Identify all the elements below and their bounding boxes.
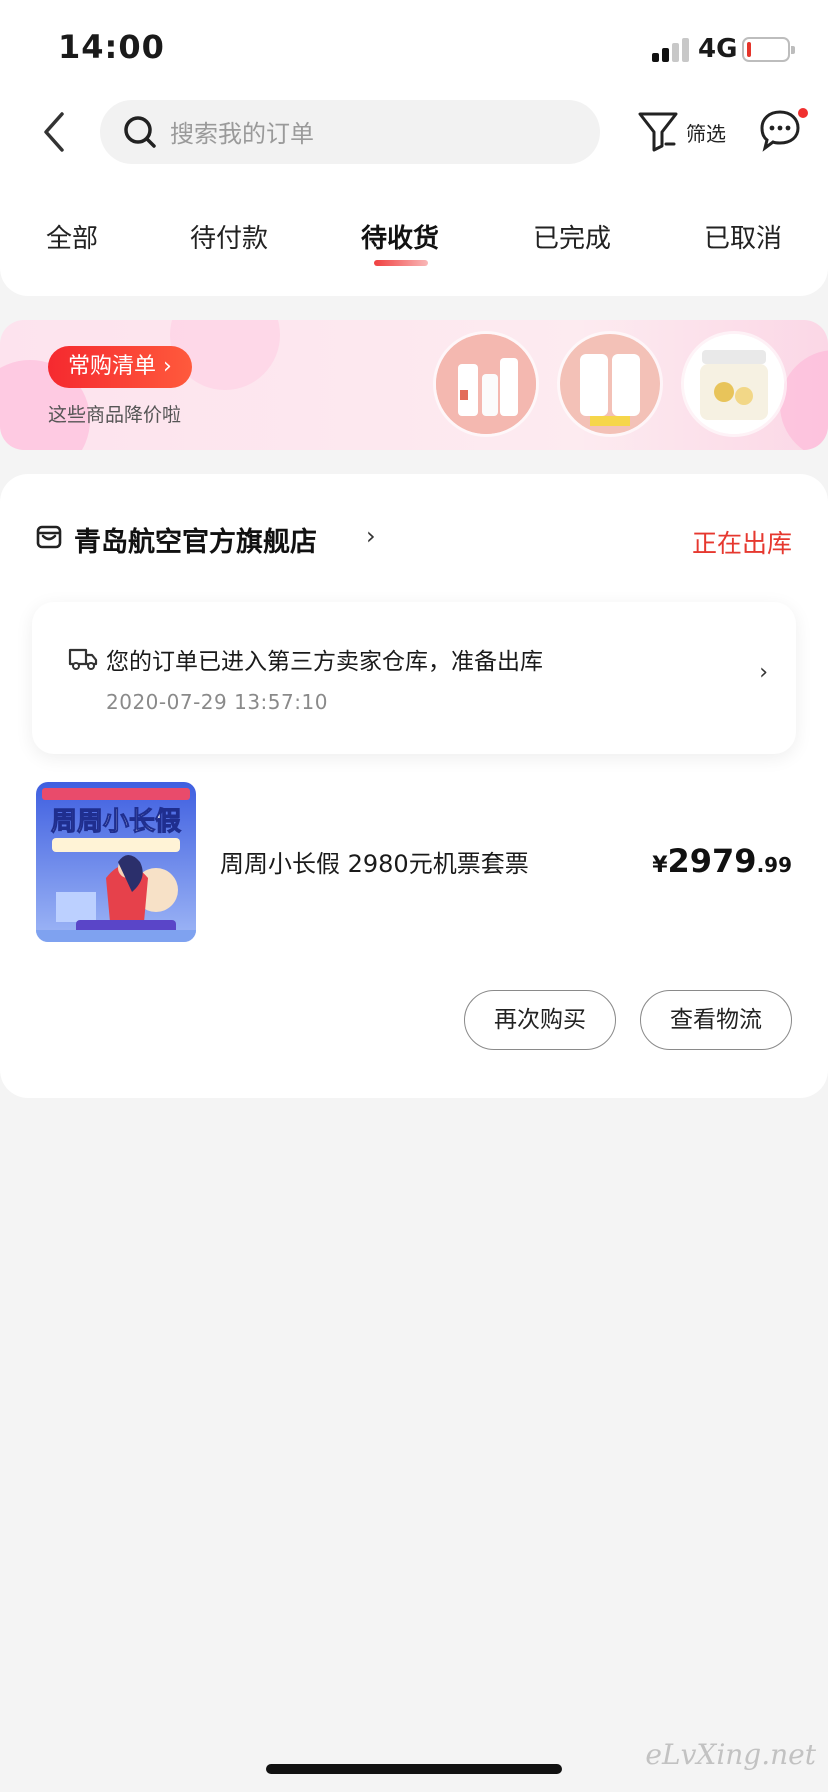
store-name[interactable]: 青岛航空官方旗舰店 [74,520,317,559]
notification-dot [798,108,808,118]
product-thumb-2[interactable] [560,334,660,434]
toner-bottles-image [560,334,660,434]
chevron-right-icon: › [759,660,768,685]
product-thumb-3[interactable] [684,334,784,434]
truck-icon [68,648,98,670]
signal-icon [652,36,690,62]
banner-subtitle: 这些商品降价啦 [48,404,182,426]
order-card: 青岛航空官方旗舰店 › 正在出库 您的订单已进入第三方卖家仓库，准备出库 202… [0,474,828,1098]
store-icon [36,525,62,549]
frequent-list-button[interactable]: 常购清单 › [48,346,192,388]
price-symbol: ¥ [652,853,668,878]
price-integer: 2979 [667,842,757,880]
search-bar[interactable]: 搜索我的订单 [100,100,600,164]
logistics-card[interactable]: 您的订单已进入第三方卖家仓库，准备出库 2020-07-29 13:57:10 … [32,602,796,754]
filter-icon [638,112,678,152]
view-logistics-button[interactable]: 查看物流 [640,990,792,1050]
tab-pending-payment[interactable]: 待付款 [190,218,268,255]
logistics-time: 2020-07-29 13:57:10 [106,690,328,714]
watermark: eLvXing.net [645,1738,816,1771]
back-button[interactable] [36,106,76,158]
back-arrow-icon [44,112,64,152]
price-decimal: .99 [756,853,792,877]
tab-all[interactable]: 全部 [46,218,98,255]
skincare-bottles-image [436,334,536,434]
filter-label: 筛选 [686,122,726,146]
poster-title: 周周小长假 [51,807,181,837]
search-icon [124,116,156,148]
product-thumb-1[interactable] [436,334,536,434]
home-indicator[interactable] [266,1764,562,1774]
tab-pending-receipt[interactable]: 待收货 [361,218,439,255]
search-input[interactable]: 搜索我的订单 [170,114,314,149]
flight-package-poster-image: 周周小长假 [36,782,196,942]
product-image[interactable]: 周周小长假 [36,782,196,942]
chat-bubble-icon [760,110,800,152]
product-price: ¥2979.99 [652,842,792,880]
chevron-right-icon[interactable]: › [366,522,376,550]
network-label: 4G [698,34,738,64]
filter-button[interactable]: 筛选 [636,104,728,160]
status-time: 14:00 [58,28,165,66]
active-tab-indicator [374,260,428,266]
tab-cancelled[interactable]: 已取消 [704,218,782,255]
battery-icon [742,37,795,62]
top-panel: 14:00 4G 搜索我的订单 筛选 全部 待付款 待收货 已完成 已取消 [0,0,828,296]
product-name[interactable]: 周周小长假 2980元机票套票 [220,844,529,879]
order-status: 正在出库 [691,529,792,558]
logistics-message: 您的订单已进入第三方卖家仓库，准备出库 [106,649,543,675]
snack-jar-image [684,334,784,434]
frequent-purchase-banner[interactable]: 常购清单 › 这些商品降价啦 [0,320,828,450]
rebuy-button[interactable]: 再次购买 [464,990,616,1050]
message-button[interactable] [758,104,808,154]
tab-completed[interactable]: 已完成 [533,218,611,255]
